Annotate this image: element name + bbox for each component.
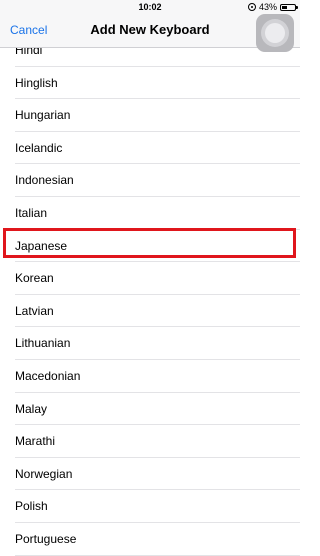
language-row-indonesian[interactable]: Indonesian <box>0 164 300 197</box>
language-row-hungarian[interactable]: Hungarian <box>0 99 300 132</box>
language-row-norwegian[interactable]: Norwegian <box>0 458 300 491</box>
battery-icon <box>280 3 298 11</box>
status-indicators: 43% <box>247 2 298 12</box>
language-row-macedonian[interactable]: Macedonian <box>0 360 300 393</box>
assistive-touch-button[interactable] <box>256 14 294 52</box>
language-row-japanese[interactable]: Japanese <box>0 230 300 263</box>
language-row-icelandic[interactable]: Icelandic <box>0 132 300 165</box>
status-bar: 10:02 43% <box>0 0 300 14</box>
language-row-polish[interactable]: Polish <box>0 490 300 523</box>
keyboard-language-list: Hindi Hinglish Hungarian Icelandic Indonesia… <box>0 34 300 556</box>
language-row-italian[interactable]: Italian <box>0 197 300 230</box>
language-row-lithuanian[interactable]: Lithuanian <box>0 327 300 360</box>
language-row-hinglish[interactable]: Hinglish <box>0 67 300 100</box>
battery-level-fill <box>282 5 288 9</box>
assistive-touch-icon <box>261 19 289 47</box>
language-row-korean[interactable]: Korean <box>0 262 300 295</box>
language-row-marathi[interactable]: Marathi <box>0 425 300 458</box>
language-row-portuguese[interactable]: Portuguese <box>0 523 300 556</box>
rotation-lock-icon <box>247 3 256 11</box>
navigation-bar: Cancel Add New Keyboard <box>0 14 300 48</box>
language-row-malay[interactable]: Malay <box>0 393 300 426</box>
battery-percentage: 43% <box>258 2 277 12</box>
page-title: Add New Keyboard <box>90 22 210 37</box>
language-row-latvian[interactable]: Latvian <box>0 295 300 328</box>
